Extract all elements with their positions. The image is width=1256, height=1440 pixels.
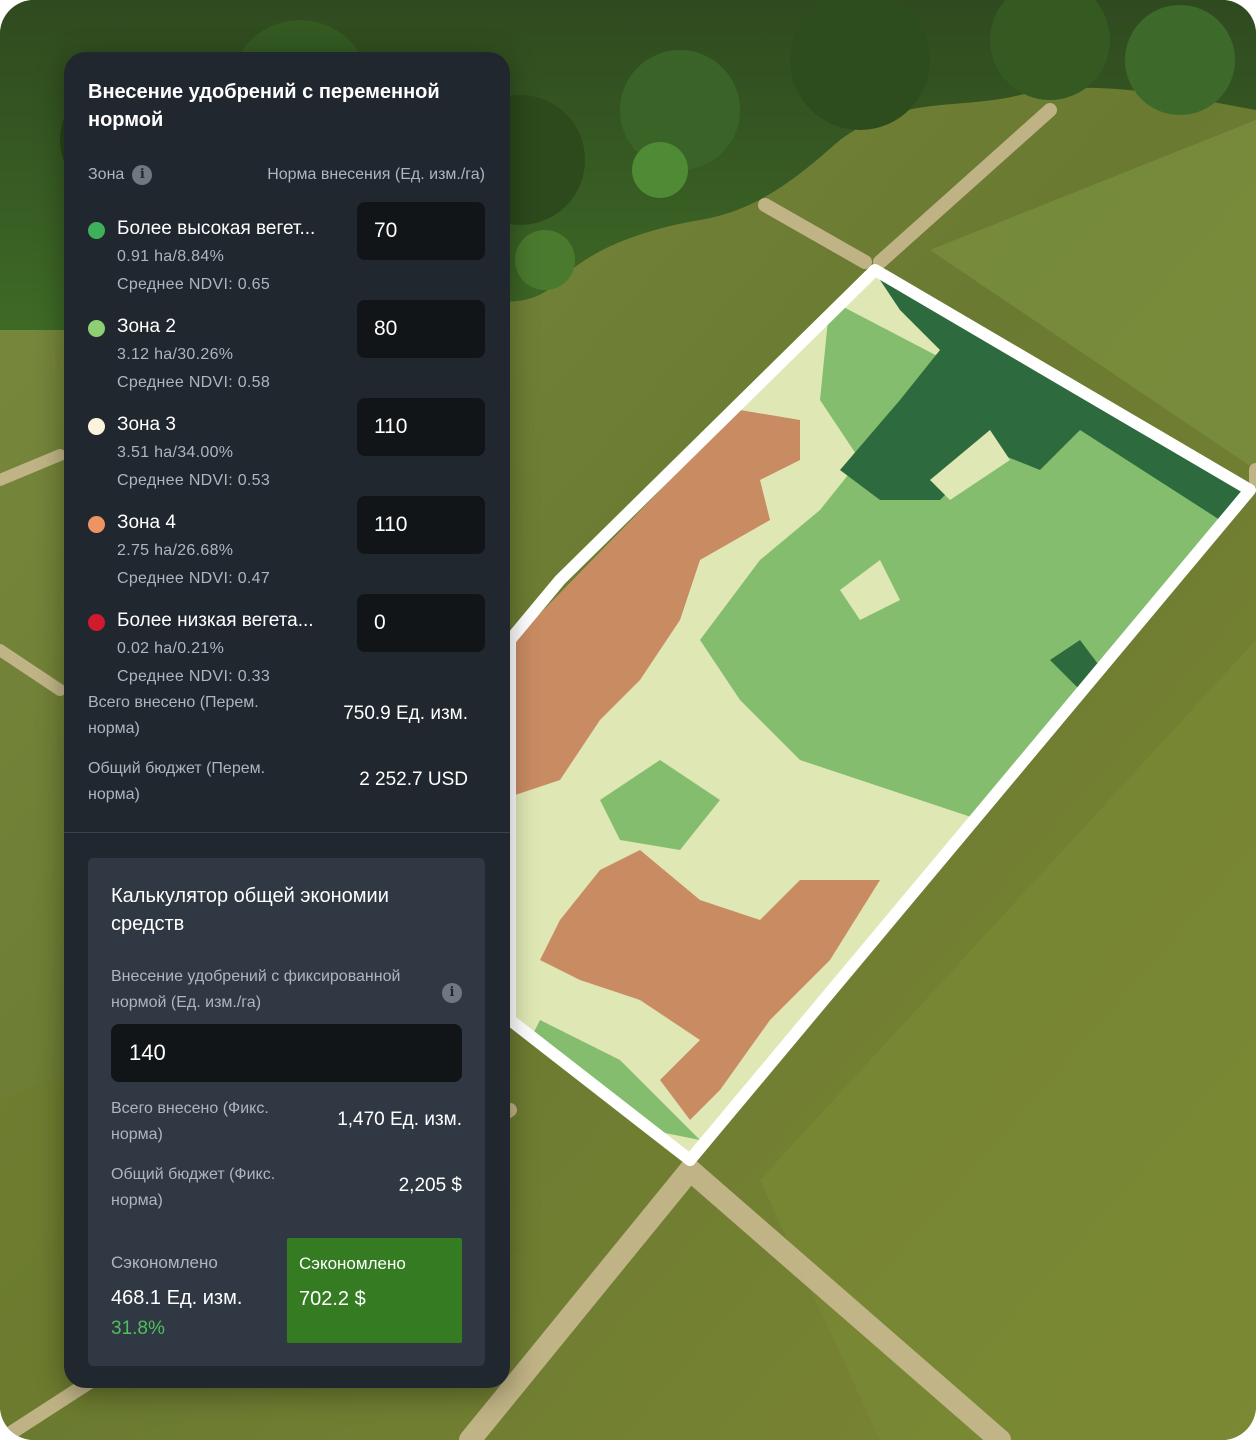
savings-calculator-card: Калькулятор общей экономии средств Внесе… [88, 858, 485, 1366]
variable-total-budget: Общий бюджет (Перем. норма) 2 252.7 USD [88, 756, 468, 812]
zone-color-dot [88, 614, 105, 631]
zone-rate-input[interactable]: 0 [357, 594, 485, 652]
variable-total-applied-label: Всего внесено (Перем. норма) [88, 694, 259, 737]
fixed-total-budget-label: Общий бюджет (Фикс. норма) [111, 1166, 276, 1209]
variable-total-applied-value: 750.9 Ед. изм. [343, 703, 468, 724]
zone-ndvi: Среднее NDVI: 0.53 [117, 472, 271, 489]
zone-color-dot [88, 418, 105, 435]
zone-rate-input[interactable]: 110 [357, 398, 485, 456]
variable-total-applied: Всего внесено (Перем. норма) 750.9 Ед. и… [88, 690, 468, 746]
info-icon[interactable]: i [442, 983, 462, 1003]
zone-row: Более высокая вегет... 0.91 ha/8.84% Сре… [88, 202, 488, 308]
zone-row: Зона 4 2.75 ha/26.68% Среднее NDVI: 0.47… [88, 496, 488, 602]
fixed-total-budget-value: 2,205 $ [398, 1175, 462, 1196]
saved-money-block: Сэкономлено 702.2 $ [287, 1238, 462, 1343]
fixed-rate-label: Внесение удобрений с фиксированной нормо… [111, 968, 401, 1011]
variable-total-budget-value: 2 252.7 USD [359, 769, 468, 790]
zone-ndvi: Среднее NDVI: 0.47 [117, 570, 271, 587]
zone-color-dot [88, 222, 105, 239]
zone-area: 3.51 ha/34.00% [117, 444, 234, 461]
zone-column-header: Зона i [88, 164, 153, 186]
info-icon[interactable]: i [132, 165, 153, 185]
zone-row: Зона 3 3.51 ha/34.00% Среднее NDVI: 0.53… [88, 398, 488, 504]
fixed-total-budget: Общий бюджет (Фикс. норма) 2,205 $ [111, 1162, 462, 1218]
zone-rate-input[interactable]: 70 [357, 202, 485, 260]
fixed-total-applied-label: Всего внесено (Фикс. норма) [111, 1100, 269, 1143]
zone-area: 2.75 ha/26.68% [117, 542, 234, 559]
calculator-title: Калькулятор общей экономии средств [111, 885, 389, 935]
saved-units-value: 468.1 Ед. изм. [111, 1287, 243, 1309]
zone-area: 3.12 ha/30.26% [117, 346, 234, 363]
zone-header-label: Зона [88, 166, 125, 183]
zone-name: Более высокая вегет... [117, 218, 316, 239]
saved-money-label: Сэкономлено [299, 1254, 406, 1273]
zone-rate-input[interactable]: 110 [357, 496, 485, 554]
fixed-total-applied-value: 1,470 Ед. изм. [337, 1109, 462, 1130]
zone-color-dot [88, 516, 105, 533]
saved-percent: 31.8% [111, 1318, 165, 1339]
zone-name: Зона 3 [117, 414, 176, 435]
zone-area: 0.02 ha/0.21% [117, 640, 225, 657]
zone-area: 0.91 ha/8.84% [117, 248, 225, 265]
zone-row: Более низкая вегета... 0.02 ha/0.21% Сре… [88, 594, 488, 700]
zone-ndvi: Среднее NDVI: 0.58 [117, 374, 271, 391]
zone-name: Более низкая вегета... [117, 610, 314, 631]
saved-units-label: Сэкономлено [111, 1253, 218, 1272]
zone-name: Зона 4 [117, 512, 176, 533]
divider [64, 832, 510, 833]
variable-total-budget-label: Общий бюджет (Перем. норма) [88, 760, 266, 803]
saved-units-block: Сэкономлено 468.1 Ед. изм. 31.8% [111, 1250, 271, 1342]
zone-row: Зона 2 3.12 ha/30.26% Среднее NDVI: 0.58… [88, 300, 488, 406]
panel-title: Внесение удобрений с переменной нормой [88, 81, 440, 131]
rate-column-header: Норма внесения (Ед. изм./га) [267, 166, 485, 183]
zone-name: Зона 2 [117, 316, 176, 337]
variable-rate-panel: Внесение удобрений с переменной нормой З… [64, 52, 510, 1388]
fixed-total-applied: Всего внесено (Фикс. норма) 1,470 Ед. из… [111, 1096, 462, 1152]
fixed-rate-input[interactable]: 140 [111, 1024, 462, 1082]
zone-rate-input[interactable]: 80 [357, 300, 485, 358]
field-map-scene: Внесение удобрений с переменной нормой З… [0, 0, 1256, 1440]
zone-ndvi: Среднее NDVI: 0.33 [117, 668, 271, 685]
zone-color-dot [88, 320, 105, 337]
saved-money-value: 702.2 $ [299, 1288, 366, 1310]
zone-ndvi: Среднее NDVI: 0.65 [117, 276, 271, 293]
